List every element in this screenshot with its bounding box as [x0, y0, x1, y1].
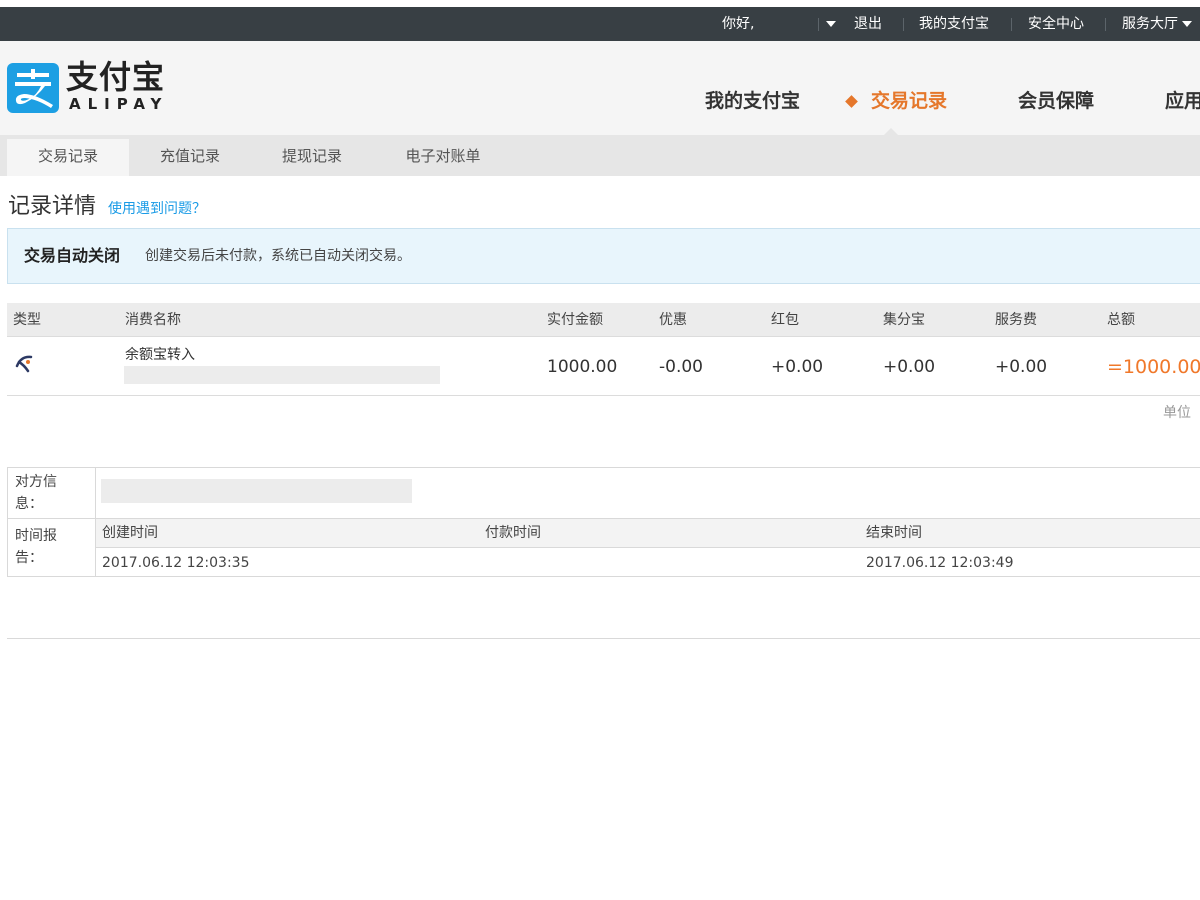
logout-link[interactable]: 退出	[854, 7, 882, 41]
column-header: 结束时间	[866, 525, 922, 541]
column-header: 类型	[13, 312, 41, 328]
status-notice: 交易自动关闭 创建交易后未付款，系统已自动关闭交易。	[7, 228, 1200, 284]
logo-subtext: ALIPAY	[69, 95, 169, 113]
red-packet-amount: +0.00	[771, 357, 824, 377]
notice-text: 创建交易后未付款，系统已自动关闭交易。	[145, 248, 411, 264]
site-header: 支付宝 ALIPAY 我的支付宝 交易记录 会员保障 应用	[0, 41, 1200, 135]
redacted-field	[101, 479, 412, 503]
unit-label: 单位	[1163, 405, 1191, 421]
created-time: 2017.06.12 12:03:35	[102, 555, 250, 571]
counterparty-label: 对方信息：	[15, 474, 57, 512]
column-header: 集分宝	[883, 312, 925, 328]
divider	[1011, 18, 1012, 31]
yuebao-icon	[15, 355, 33, 373]
chevron-down-icon	[1182, 21, 1193, 27]
end-time: 2017.06.12 12:03:49	[866, 555, 1014, 571]
subtab-transactions[interactable]: 交易记录	[7, 139, 129, 176]
transaction-table-header: 类型 消费名称 实付金额 优惠 红包 集分宝 服务费 总额	[7, 303, 1200, 337]
nav-apps[interactable]: 应用	[1165, 89, 1200, 113]
column-header: 消费名称	[125, 312, 181, 328]
page-title: 记录详情	[8, 194, 97, 219]
sub-nav: 交易记录 充值记录 提现记录 电子对账单	[0, 135, 1200, 176]
subtab-withdraw[interactable]: 提现记录	[251, 139, 373, 176]
paid-amount: 1000.00	[547, 357, 618, 377]
divider	[7, 638, 1200, 639]
service-hall-menu[interactable]: 服务大厅	[1122, 7, 1193, 41]
column-header: 优惠	[659, 312, 687, 328]
transaction-name: 余额宝转入	[125, 347, 195, 363]
time-report-header: 创建时间 付款时间 结束时间	[96, 519, 1200, 548]
service-fee-amount: +0.00	[995, 357, 1048, 377]
nav-member-protection[interactable]: 会员保障	[1018, 89, 1094, 113]
alipay-logo-icon[interactable]	[7, 63, 59, 113]
discount-amount: -0.00	[659, 357, 703, 377]
table-row: 余额宝转入 1000.00 -0.00 +0.00 +0.00 +0.00 =1…	[7, 338, 1200, 396]
divider	[818, 18, 819, 31]
subtab-statement[interactable]: 电子对账单	[373, 139, 513, 176]
greeting-text: 你好,	[722, 16, 755, 32]
divider	[1105, 18, 1106, 31]
column-header: 服务费	[995, 312, 1037, 328]
column-header: 实付金额	[547, 312, 603, 328]
alipay-mark-icon	[15, 69, 53, 108]
nav-transactions[interactable]: 交易记录	[871, 89, 947, 113]
column-header: 总额	[1107, 312, 1135, 328]
service-hall-label: 服务大厅	[1122, 16, 1178, 32]
my-alipay-link[interactable]: 我的支付宝	[919, 7, 989, 41]
column-header: 付款时间	[485, 525, 541, 541]
total-amount: =1000.00	[1107, 356, 1200, 378]
detail-info-table: 对方信息： 时间报告： 创建时间 付款时间 结束时间 2017.06.12 12…	[7, 467, 1200, 577]
nav-my-alipay[interactable]: 我的支付宝	[705, 89, 800, 113]
time-report-values: 2017.06.12 12:03:35 2017.06.12 12:03:49	[96, 549, 1200, 577]
points-amount: +0.00	[883, 357, 936, 377]
top-bar: 你好, 退出 我的支付宝 安全中心 服务大厅	[0, 7, 1200, 41]
active-indicator-icon	[845, 95, 858, 108]
column-header: 红包	[771, 312, 799, 328]
security-center-link[interactable]: 安全中心	[1028, 7, 1084, 41]
top-strip	[0, 0, 1200, 7]
notice-title: 交易自动关闭	[24, 246, 121, 265]
label-column: 对方信息： 时间报告：	[7, 468, 96, 576]
subtab-recharge[interactable]: 充值记录	[129, 139, 251, 176]
logo-text: 支付宝	[66, 58, 166, 96]
nav-pointer-icon	[884, 128, 898, 135]
column-header: 创建时间	[102, 525, 158, 541]
divider	[903, 18, 904, 31]
redacted-field	[124, 366, 440, 384]
account-dropdown[interactable]	[826, 7, 836, 41]
help-link[interactable]: 使用遇到问题？	[108, 199, 206, 219]
chevron-down-icon	[826, 21, 836, 27]
time-report-label: 时间报告：	[15, 528, 57, 566]
